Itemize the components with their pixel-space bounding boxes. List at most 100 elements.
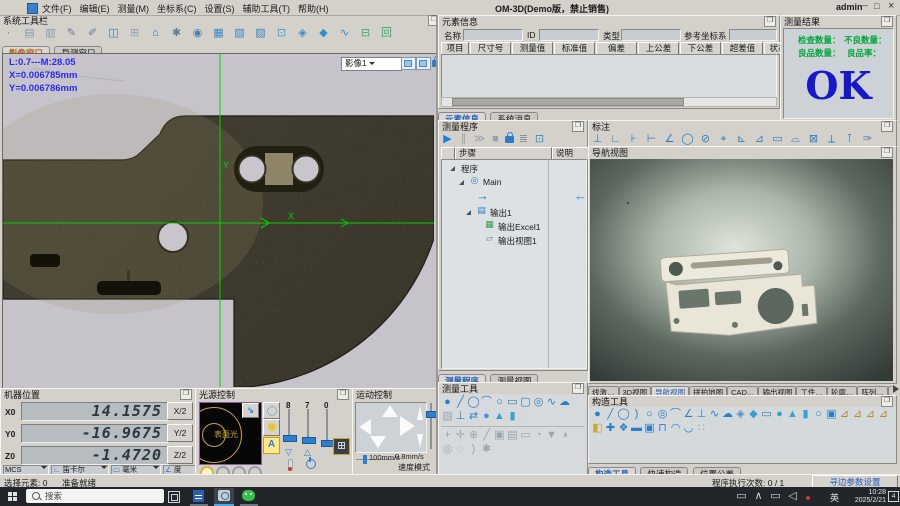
ccsys2-icon[interactable]: ⊿ xyxy=(851,408,864,421)
ccsys4-icon[interactable]: ⊿ xyxy=(877,408,890,421)
cbox-icon[interactable]: ▣ xyxy=(825,408,838,421)
cwave-icon[interactable]: ∿ xyxy=(708,408,721,421)
construct-cross-icon[interactable]: + xyxy=(441,429,454,442)
curve-tool-icon[interactable]: ∿ xyxy=(545,396,558,409)
construct-arc-icon[interactable]: ◔ xyxy=(532,429,545,442)
tee-annotation-icon[interactable]: ⊺ xyxy=(843,133,856,146)
display-tray-icon[interactable]: ▭ xyxy=(769,490,782,503)
half-y-button[interactable]: Y/2 xyxy=(167,424,193,442)
annotation-float-icon[interactable]: ❐ xyxy=(881,121,893,132)
image-tool-button-2[interactable] xyxy=(416,57,431,70)
menu-measure[interactable]: 测量(M) xyxy=(114,2,154,15)
tab-om3d[interactable]: OM-3D xyxy=(888,386,892,395)
tab-array[interactable]: 阵列… xyxy=(857,386,888,395)
tab-output-view[interactable]: 输出视图 xyxy=(758,386,796,395)
tray-expand-icon[interactable]: ∧ xyxy=(752,490,765,503)
sphere-tool-icon[interactable]: ● xyxy=(480,410,493,423)
light-slider-2-handle[interactable] xyxy=(302,437,316,444)
menu-coordsys[interactable]: 坐标系(C) xyxy=(153,2,201,15)
menu-help[interactable]: 帮助(H) xyxy=(294,2,333,15)
construct-float-icon[interactable]: ❐ xyxy=(881,396,893,407)
tab-stitch-map[interactable]: 拼拍地图 xyxy=(689,386,727,395)
ime-tray-icon[interactable]: ▭ xyxy=(735,490,748,503)
program-lock-icon[interactable] xyxy=(505,136,514,143)
list-icon[interactable]: ≣ xyxy=(517,133,530,146)
cring-icon[interactable]: ◎ xyxy=(656,408,669,421)
coax-light-button[interactable] xyxy=(263,419,280,436)
construct-box-icon[interactable]: ▣ xyxy=(493,429,506,442)
open-file-icon[interactable]: ▤ xyxy=(23,27,36,40)
navigate-icon[interactable]: ◆ xyxy=(317,27,330,40)
normal-annotation-icon[interactable]: ⟂ xyxy=(825,133,838,146)
start-button[interactable] xyxy=(8,492,17,501)
tab-workpiece[interactable]: 工件… xyxy=(796,386,827,395)
step-run-icon[interactable]: ≫ xyxy=(473,133,486,146)
result-float-icon[interactable]: ❐ xyxy=(881,16,893,27)
offset-annotation-icon[interactable]: ⊢ xyxy=(645,133,658,146)
triangle-annotation-icon[interactable]: ⊿ xyxy=(753,133,766,146)
menu-edit[interactable]: 编辑(E) xyxy=(76,2,114,15)
focus-icon[interactable]: ⊡ xyxy=(275,27,288,40)
cone-tool-icon[interactable]: ▲ xyxy=(493,410,506,423)
corner-annotation-icon[interactable]: ∟ xyxy=(609,133,622,146)
crossbox-annotation-icon[interactable]: ⊠ xyxy=(807,133,820,146)
segment-annotation-icon[interactable]: ⌓ xyxy=(789,133,802,146)
expander-icon[interactable] xyxy=(450,166,455,171)
ccsys1-icon[interactable]: ⊿ xyxy=(838,408,851,421)
rect-annotation-icon[interactable]: ▭ xyxy=(771,133,784,146)
camera-view[interactable]: Y X xyxy=(3,54,434,387)
cbridge-icon[interactable]: ⊓ xyxy=(656,422,669,435)
id-field[interactable] xyxy=(539,29,599,41)
auto-light-button[interactable]: A xyxy=(263,437,280,454)
tab-profile[interactable]: 轮廓… xyxy=(827,386,858,395)
image-tool-button-1[interactable] xyxy=(401,57,416,70)
label-annotation-icon[interactable]: ✑ xyxy=(861,133,874,146)
save-file-icon[interactable]: ▥ xyxy=(44,27,57,40)
line-tool-icon[interactable]: ╱ xyxy=(454,396,467,409)
jog-up-button[interactable] xyxy=(382,405,398,417)
bullet-icon[interactable]: · xyxy=(2,27,15,40)
expander-icon[interactable] xyxy=(459,180,464,185)
maximize-button[interactable]: □ xyxy=(874,1,879,11)
construct-ring-icon[interactable]: ◎ xyxy=(441,443,454,456)
construct-mid-icon[interactable]: ✛ xyxy=(454,429,467,442)
construct-rows-icon[interactable]: ▤ xyxy=(506,429,519,442)
distance-annotation-icon[interactable]: ⊥ xyxy=(591,133,604,146)
construct-arc2-icon[interactable]: ) xyxy=(467,443,480,456)
tab-nav-view[interactable]: 导航视图 xyxy=(651,386,689,395)
position-annotation-icon[interactable]: ⌖ xyxy=(717,133,730,146)
ccurve-icon[interactable]: ⌒ xyxy=(669,408,682,421)
workspace-icon[interactable]: ▧ xyxy=(233,27,246,40)
nav-float-icon[interactable]: ❐ xyxy=(881,147,893,158)
circle-tool-icon[interactable]: ◯ xyxy=(467,396,480,409)
type-field[interactable] xyxy=(621,29,681,41)
swap-tool-icon[interactable]: ⇄ xyxy=(467,410,480,423)
dot-tool-icon[interactable]: · xyxy=(519,410,532,423)
cmirror-icon[interactable]: ❖ xyxy=(617,422,630,435)
cmove-icon[interactable]: ✚ xyxy=(604,422,617,435)
expand-icon[interactable]: ⊡ xyxy=(533,133,546,146)
pause-icon[interactable]: ∥ xyxy=(457,133,470,146)
task-view-button[interactable] xyxy=(168,491,180,503)
cpoint-icon[interactable]: ● xyxy=(591,408,604,421)
ccircle2-icon[interactable]: ○ xyxy=(812,408,825,421)
cplane-icon[interactable]: ◆ xyxy=(747,408,760,421)
nav-view-image[interactable] xyxy=(590,159,893,381)
datum-annotation-icon[interactable]: ⊦ xyxy=(627,133,640,146)
menu-tools[interactable]: 辅助工具(T) xyxy=(239,2,295,15)
notification-button[interactable]: 4 xyxy=(888,491,899,502)
ellipse-tool-icon[interactable]: ○ xyxy=(493,396,506,409)
tray-icons[interactable]: ▭∧▭◁ xyxy=(735,490,799,503)
speed-slider[interactable] xyxy=(430,403,432,449)
taskbar-app-wechat[interactable] xyxy=(240,489,258,506)
minimize-button[interactable]: — xyxy=(860,1,868,10)
ccone-icon[interactable]: ▲ xyxy=(786,408,799,421)
frame-icon[interactable]: ⊟ xyxy=(359,27,372,40)
element-hscrollbar[interactable] xyxy=(441,97,777,107)
cangle-icon[interactable]: ∠ xyxy=(682,408,695,421)
target-icon[interactable]: ◈ xyxy=(296,27,309,40)
element-info-float-icon[interactable]: ❐ xyxy=(764,16,776,27)
panel-layout-icon[interactable]: ▦ xyxy=(212,27,225,40)
csphere-icon[interactable]: ● xyxy=(773,408,786,421)
carch-icon[interactable]: ◠ xyxy=(669,422,682,435)
